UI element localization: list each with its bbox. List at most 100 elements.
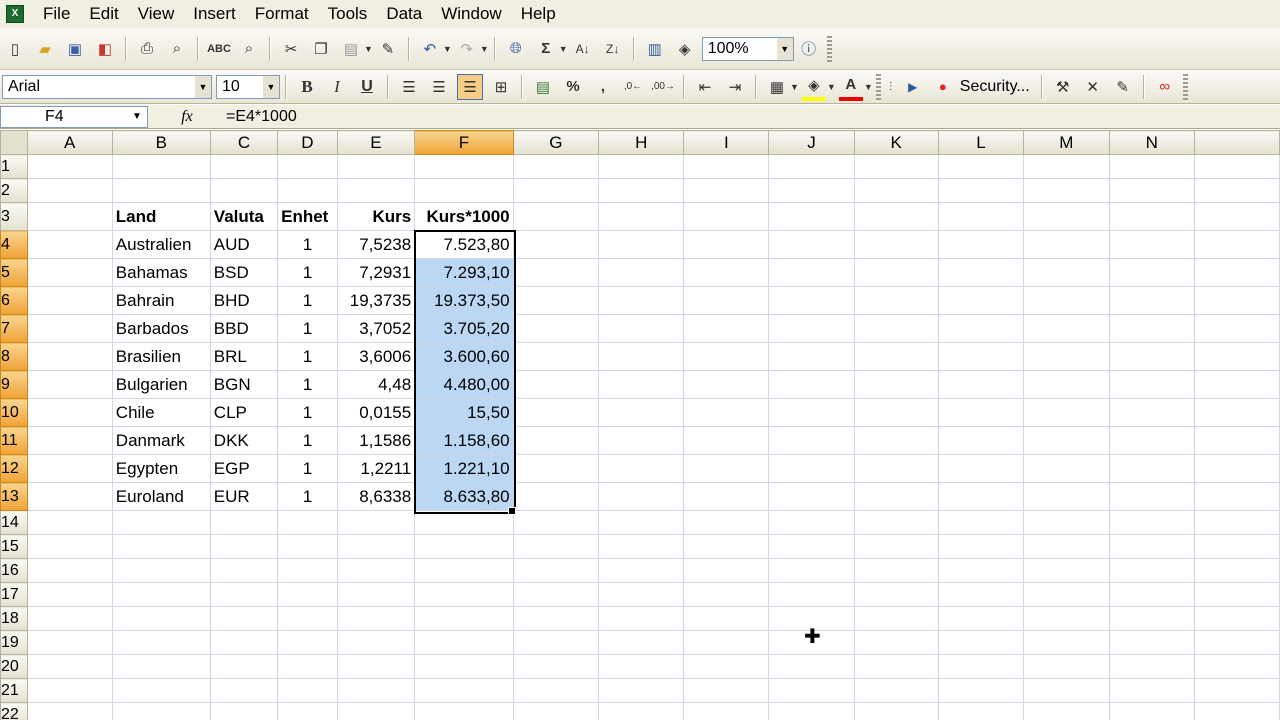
cell[interactable]: BBD [209, 314, 279, 343]
research-icon[interactable]: ⌕ [237, 37, 261, 61]
cell[interactable] [1108, 534, 1195, 559]
cell[interactable] [1023, 342, 1110, 371]
cell[interactable] [683, 678, 770, 703]
cell[interactable] [937, 702, 1025, 720]
cell[interactable]: Land [111, 202, 211, 231]
align-right-icon[interactable]: ☰ [457, 73, 483, 100]
cell[interactable] [26, 482, 113, 511]
cell[interactable] [937, 582, 1025, 607]
cell[interactable] [598, 654, 685, 679]
cell[interactable] [598, 286, 685, 315]
cell[interactable] [336, 606, 416, 631]
cell[interactable] [768, 202, 855, 231]
cell[interactable] [853, 510, 939, 535]
cell[interactable] [768, 678, 855, 703]
cell[interactable]: 8.633,80 [414, 482, 514, 511]
cell[interactable] [853, 678, 939, 703]
font-color-dropdown-icon[interactable]: ▼ [864, 82, 873, 92]
autosum-icon[interactable]: Σ [534, 37, 558, 61]
toolbar-options-grip[interactable] [826, 35, 832, 62]
cell[interactable] [768, 510, 855, 535]
cell[interactable] [937, 154, 1025, 179]
cell[interactable] [336, 702, 416, 720]
cell[interactable] [512, 314, 600, 343]
cell[interactable]: Kurs [336, 202, 416, 231]
row-header[interactable]: 8 [0, 342, 28, 371]
cell[interactable] [1193, 314, 1280, 343]
cell[interactable]: 4,48 [336, 370, 416, 399]
cell[interactable] [111, 154, 211, 179]
fill-color-dropdown-icon[interactable]: ▼ [827, 82, 836, 92]
cell[interactable] [277, 534, 338, 559]
cell[interactable] [111, 678, 211, 703]
toolbar-options-grip[interactable] [875, 73, 881, 100]
cell[interactable]: 1.221,10 [414, 454, 514, 483]
column-header[interactable] [1193, 130, 1280, 155]
cell[interactable] [26, 630, 113, 655]
cell[interactable] [937, 606, 1025, 631]
column-header-selected[interactable]: F [414, 130, 514, 155]
cell[interactable] [1193, 426, 1280, 455]
cell[interactable] [683, 398, 770, 427]
cell[interactable] [683, 534, 770, 559]
cell[interactable] [209, 154, 279, 179]
redo-dropdown-icon[interactable]: ▼ [480, 44, 489, 54]
cell[interactable] [336, 558, 416, 583]
column-header[interactable]: G [512, 130, 600, 155]
cell[interactable] [111, 702, 211, 720]
cell[interactable] [26, 314, 113, 343]
underline-icon[interactable]: U [355, 75, 379, 99]
cell[interactable] [937, 286, 1025, 315]
drawing-icon[interactable]: ◈ [673, 37, 697, 61]
cell[interactable]: 19,3735 [336, 286, 416, 315]
cell[interactable] [26, 286, 113, 315]
cell[interactable] [512, 342, 600, 371]
cell[interactable] [1023, 154, 1110, 179]
cell[interactable] [336, 178, 416, 203]
cell[interactable] [1108, 606, 1195, 631]
increase-indent-icon[interactable]: ⇥ [723, 75, 747, 99]
row-header[interactable]: 22 [0, 702, 28, 720]
cell[interactable] [26, 606, 113, 631]
cell[interactable] [768, 286, 855, 315]
cell[interactable] [26, 370, 113, 399]
cell[interactable] [937, 314, 1025, 343]
cell[interactable]: 7.293,10 [414, 258, 514, 287]
align-center-icon[interactable]: ☰ [427, 75, 451, 99]
cell[interactable] [937, 510, 1025, 535]
row-header[interactable]: 19 [0, 630, 28, 655]
cell[interactable] [853, 534, 939, 559]
cell[interactable] [937, 258, 1025, 287]
cell[interactable] [414, 558, 514, 583]
row-header[interactable]: 16 [0, 558, 28, 583]
cell[interactable] [768, 534, 855, 559]
row-header[interactable]: 14 [0, 510, 28, 535]
column-header[interactable]: J [768, 130, 855, 155]
cell[interactable] [1023, 510, 1110, 535]
cell[interactable] [277, 154, 338, 179]
font-color-icon[interactable]: A [838, 73, 863, 101]
undo-icon[interactable]: ↶ [418, 37, 442, 61]
cell[interactable] [111, 534, 211, 559]
cell[interactable] [1023, 398, 1110, 427]
cell[interactable] [1023, 534, 1110, 559]
cell[interactable] [683, 314, 770, 343]
paste-icon[interactable]: ▤ [339, 37, 363, 61]
cell[interactable] [336, 154, 416, 179]
cell[interactable]: 1 [277, 370, 338, 399]
menu-format[interactable]: Format [246, 2, 319, 26]
cell[interactable] [512, 154, 600, 179]
cell[interactable] [277, 606, 338, 631]
cell[interactable] [26, 510, 113, 535]
cell[interactable] [768, 426, 855, 455]
row-header[interactable]: 11 [0, 426, 28, 455]
cell[interactable] [277, 630, 338, 655]
menu-view[interactable]: View [129, 2, 185, 26]
spelling-icon[interactable]: ABC [207, 37, 231, 61]
cell[interactable] [598, 534, 685, 559]
row-header[interactable]: 7 [0, 314, 28, 343]
cell[interactable]: Bahamas [111, 258, 211, 287]
cell[interactable] [277, 702, 338, 720]
cell[interactable] [1108, 654, 1195, 679]
cell[interactable] [937, 230, 1025, 259]
